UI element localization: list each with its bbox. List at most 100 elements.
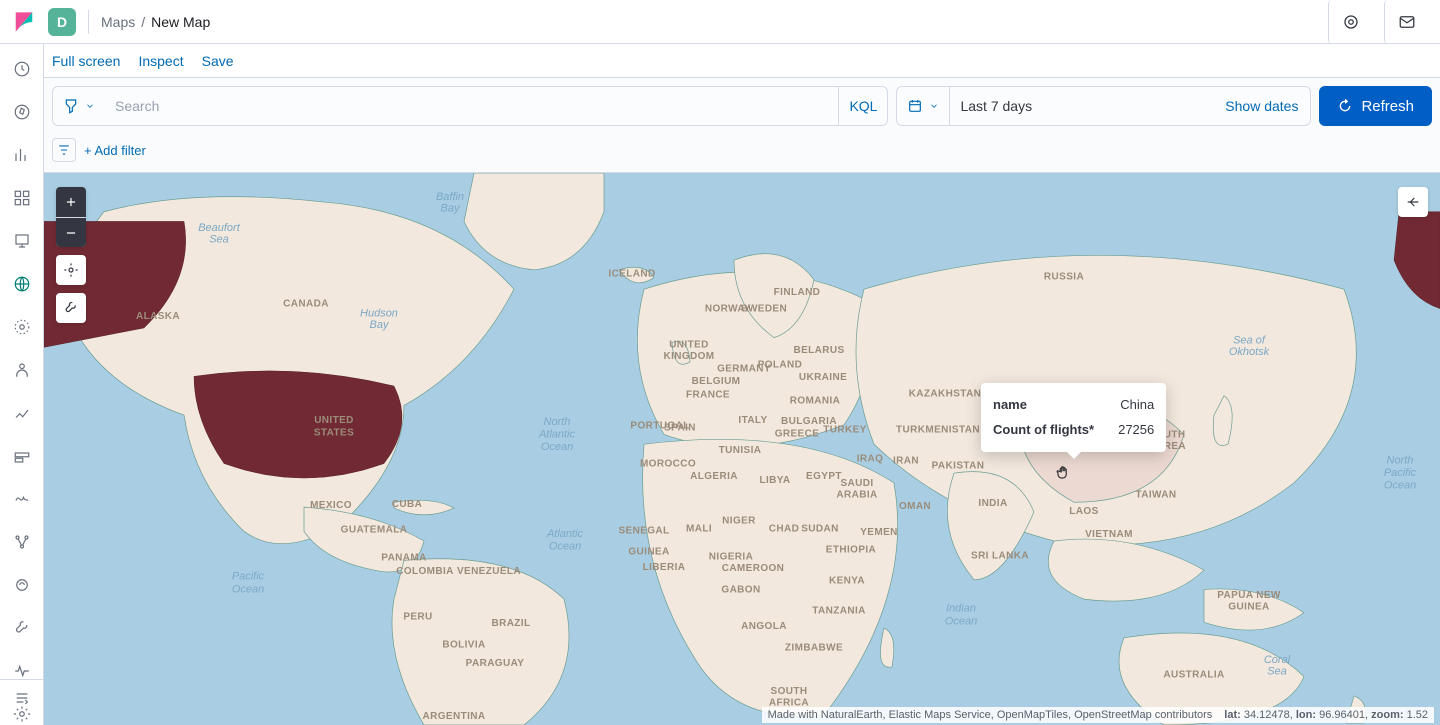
filter-options-button[interactable] (52, 138, 76, 162)
svg-text:BELGIUM: BELGIUM (692, 376, 741, 387)
kql-toggle[interactable]: KQL (838, 87, 887, 125)
quickselect-button[interactable] (897, 87, 949, 125)
svg-text:GUINEA: GUINEA (1228, 602, 1269, 613)
global-header: D Maps / New Map (0, 0, 1440, 44)
svg-text:PANAMA: PANAMA (381, 552, 426, 563)
svg-text:Hudson: Hudson (360, 307, 398, 319)
svg-text:LIBYA: LIBYA (759, 475, 790, 486)
nav-apm-icon[interactable] (10, 444, 34, 467)
nav-collapse-icon[interactable] (0, 679, 44, 715)
svg-text:SENEGAL: SENEGAL (618, 525, 669, 536)
date-range-label[interactable]: Last 7 days (949, 87, 1213, 125)
nav-stack-icon[interactable] (10, 573, 34, 596)
tools-button[interactable] (56, 293, 86, 323)
map-coords: lat: 34.12478, lon: 96.96401, zoom: 1.52 (1218, 707, 1434, 723)
nav-infra-icon[interactable] (10, 359, 34, 382)
svg-text:Beaufort: Beaufort (198, 222, 241, 234)
svg-text:Baffin: Baffin (436, 191, 464, 203)
svg-text:NIGERIA: NIGERIA (709, 552, 753, 563)
map-canvas[interactable]: RUSSIACANADAUNITEDSTATESMEXICOCUBAGUATEM… (44, 173, 1440, 725)
svg-text:UNITED: UNITED (314, 415, 354, 426)
svg-text:UNITED: UNITED (669, 339, 709, 350)
svg-text:PARAGUAY: PARAGUAY (466, 658, 525, 669)
mail-icon[interactable] (1384, 0, 1428, 44)
svg-text:SWEDEN: SWEDEN (741, 304, 787, 315)
svg-text:MALI: MALI (686, 523, 712, 534)
nav-maps-icon[interactable] (10, 273, 34, 296)
tooltip-key-name: name (993, 393, 1027, 418)
nav-ml-icon[interactable] (10, 316, 34, 339)
svg-text:Indian: Indian (946, 603, 976, 615)
breadcrumb-root[interactable]: Maps (101, 14, 135, 30)
map-tooltip: name China Count of flights* 27256 (981, 383, 1166, 452)
svg-text:PORTUGAL: PORTUGAL (630, 421, 689, 432)
svg-text:CANADA: CANADA (283, 299, 329, 310)
svg-text:Bay: Bay (370, 319, 390, 331)
svg-text:PERU: PERU (403, 612, 432, 623)
svg-text:KENYA: KENYA (829, 576, 865, 587)
nav-dashboard-icon[interactable] (10, 187, 34, 210)
save-link[interactable]: Save (202, 53, 234, 69)
svg-text:MEXICO: MEXICO (310, 500, 352, 511)
zoom-in-button[interactable] (56, 187, 86, 217)
svg-text:SOUTH: SOUTH (771, 686, 808, 697)
kibana-logo[interactable] (12, 10, 36, 34)
svg-text:GERMANY: GERMANY (717, 364, 771, 375)
svg-text:TANZANIA: TANZANIA (812, 606, 865, 617)
fullscreen-link[interactable]: Full screen (52, 53, 120, 69)
svg-text:Ocean: Ocean (232, 583, 264, 595)
nav-visualize-icon[interactable] (10, 144, 34, 167)
breadcrumb-sep: / (141, 14, 145, 30)
svg-text:CUBA: CUBA (392, 499, 422, 510)
svg-text:SRI LANKA: SRI LANKA (971, 551, 1029, 562)
inspect-link[interactable]: Inspect (138, 53, 183, 69)
svg-text:ZIMBABWE: ZIMBABWE (785, 643, 843, 654)
show-dates-link[interactable]: Show dates (1213, 87, 1310, 125)
nav-canvas-icon[interactable] (10, 230, 34, 253)
svg-text:VENEZUELA: VENEZUELA (457, 566, 521, 577)
svg-text:OMAN: OMAN (899, 501, 931, 512)
svg-text:North: North (544, 416, 571, 428)
svg-text:KINGDOM: KINGDOM (663, 351, 714, 362)
svg-text:GUATEMALA: GUATEMALA (341, 524, 408, 535)
query-row: KQL Last 7 days Show dates Refresh (44, 78, 1440, 134)
svg-text:SUDAN: SUDAN (801, 523, 839, 534)
filter-row: + Add filter (44, 134, 1440, 173)
add-filter-button[interactable]: + Add filter (84, 143, 146, 158)
svg-text:ETHIOPIA: ETHIOPIA (826, 545, 876, 556)
svg-text:Sea: Sea (209, 234, 229, 246)
separator (88, 10, 89, 34)
nav-logs-icon[interactable] (10, 402, 34, 425)
page-toolbar: Full screen Inspect Save (44, 44, 1440, 78)
date-group: Last 7 days Show dates (896, 86, 1311, 126)
tooltip-val-count: 27256 (1118, 418, 1154, 443)
newsfeed-icon[interactable] (1328, 0, 1372, 44)
refresh-button[interactable]: Refresh (1319, 86, 1432, 126)
svg-text:STATES: STATES (314, 428, 354, 439)
svg-text:Pacific: Pacific (232, 571, 265, 583)
space-avatar[interactable]: D (48, 8, 76, 36)
svg-text:VIETNAM: VIETNAM (1085, 529, 1133, 540)
svg-text:GABON: GABON (721, 584, 760, 595)
zoom-out-button[interactable] (56, 217, 86, 247)
nav-recent-icon[interactable] (10, 58, 34, 81)
svg-text:ALGERIA: ALGERIA (690, 471, 738, 482)
search-input[interactable] (105, 87, 838, 125)
saved-query-button[interactable] (53, 87, 105, 125)
fit-bounds-button[interactable] (56, 255, 86, 285)
breadcrumb-current: New Map (151, 14, 210, 30)
svg-text:FINLAND: FINLAND (774, 287, 821, 298)
main-column: Full screen Inspect Save KQL Last 7 days… (44, 44, 1440, 725)
svg-text:Ocean: Ocean (549, 541, 581, 553)
svg-text:YEMEN: YEMEN (860, 527, 898, 538)
svg-text:COLOMBIA: COLOMBIA (396, 566, 454, 577)
svg-text:Okhotsk: Okhotsk (1229, 346, 1270, 358)
svg-text:TUNISIA: TUNISIA (719, 445, 762, 456)
nav-dev-icon[interactable] (10, 616, 34, 639)
nav-discover-icon[interactable] (10, 101, 34, 124)
nav-uptime-icon[interactable] (10, 487, 34, 510)
svg-text:ROMANIA: ROMANIA (790, 396, 841, 407)
layers-panel-toggle[interactable] (1398, 187, 1428, 217)
nav-rail (0, 44, 44, 725)
nav-siem-icon[interactable] (10, 530, 34, 553)
